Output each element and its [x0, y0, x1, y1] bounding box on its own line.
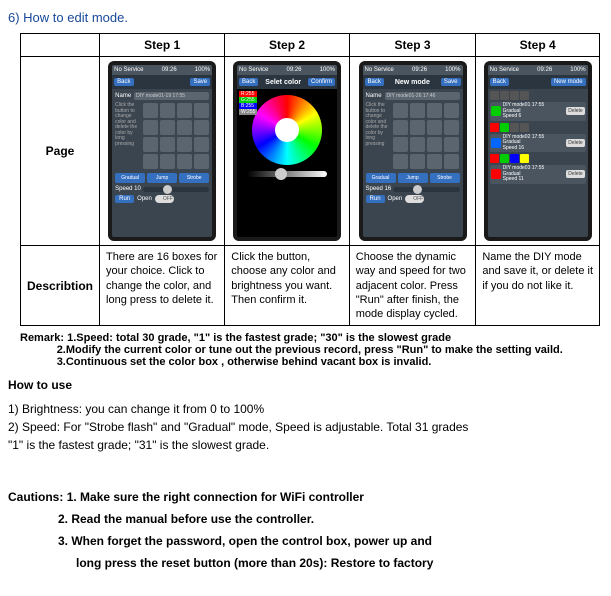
remark-line2: 2.Modify the current color or tune out t…: [57, 344, 563, 356]
strobe-button[interactable]: Strobe: [430, 173, 460, 183]
phone-step4: No Service 09:26 100% Back New mode DIY mod…: [484, 61, 592, 241]
th-blank: [21, 34, 100, 57]
color-grid[interactable]: [143, 103, 209, 169]
gradual-button[interactable]: Gradual: [115, 173, 145, 183]
status-batt: 100%: [320, 67, 335, 73]
caution-2: 2. Read the manual before use the contro…: [58, 512, 603, 526]
remark-line3: 3.Continuous set the color box , otherwi…: [57, 356, 432, 368]
remark-label: Remark:: [20, 332, 64, 344]
phone-step3: No Service 09:26 100% Back New mode Save Nam…: [359, 61, 467, 241]
status-left: No Service: [365, 67, 394, 73]
howto-title: How to use: [8, 378, 72, 392]
cell-step2-phone: No Service 09:26 100% Back Selet color Confi…: [225, 57, 349, 246]
cell-step3-phone: No Service 09:26 100% Back New mode Save Nam…: [349, 57, 476, 246]
name-input[interactable]: DIY mode01-26 17:46: [385, 92, 460, 100]
steps-table: Step 1 Step 2 Step 3 Step 4 Page No Serv…: [20, 33, 600, 326]
name-input[interactable]: DIY mode01-19 17:55: [134, 92, 209, 100]
status-time: 09:26: [412, 67, 427, 73]
mode-speed: Speed 11: [503, 177, 567, 183]
run-button[interactable]: Run: [366, 195, 385, 203]
color-grid[interactable]: [393, 103, 459, 169]
speed-slider[interactable]: [393, 187, 459, 192]
newmode-button[interactable]: New mode: [551, 78, 586, 86]
howto-line3: "1" is the fastest grade; "31" is the sl…: [8, 436, 603, 454]
row-desc-label: Describtion: [21, 246, 100, 326]
status-time: 09:26: [287, 67, 302, 73]
speed-label: Speed 10: [115, 186, 141, 192]
delete-button[interactable]: Delete: [566, 139, 584, 147]
howto-line2: 2) Speed: For "Strobe flash" and "Gradua…: [8, 418, 603, 436]
open-label: Open: [137, 196, 152, 202]
cell-step4-phone: No Service 09:26 100% Back New mode DIY mod…: [476, 57, 600, 246]
status-batt: 100%: [195, 67, 210, 73]
open-label: Open: [388, 196, 403, 202]
jump-button[interactable]: Jump: [147, 173, 177, 183]
color-wheel[interactable]: [252, 95, 322, 165]
delete-button[interactable]: Delete: [566, 170, 584, 178]
caution-3: 3. When forget the password, open the co…: [58, 534, 603, 548]
speed-label: Speed 16: [366, 186, 392, 192]
cell-step1-phone: No Service 09:26 100% Back Save NameDIY mod…: [100, 57, 225, 246]
row-page-label: Page: [21, 57, 100, 246]
th-step1: Step 1: [100, 34, 225, 57]
brightness-slider[interactable]: [247, 171, 327, 177]
back-button[interactable]: Back: [239, 78, 258, 86]
remark-block: Remark: 1.Speed: total 30 grade, "1" is …: [20, 332, 595, 368]
section-title: 6) How to edit mode.: [8, 10, 603, 25]
cautions-block: Cautions: 1. Make sure the right connect…: [8, 490, 603, 570]
caution-1: 1. Make sure the right connection for Wi…: [67, 490, 364, 504]
screen-title: New mode: [395, 79, 430, 86]
caution-3b: long press the reset button (more than 2…: [76, 556, 603, 570]
th-step3: Step 3: [349, 34, 476, 57]
back-button[interactable]: Back: [114, 78, 133, 86]
status-time: 09:26: [537, 67, 552, 73]
status-batt: 100%: [570, 67, 585, 73]
status-left: No Service: [490, 67, 519, 73]
gradual-button[interactable]: Gradual: [366, 173, 396, 183]
status-time: 09:26: [162, 67, 177, 73]
open-toggle[interactable]: OFF: [155, 195, 174, 203]
confirm-button[interactable]: Confirm: [308, 78, 335, 86]
open-toggle[interactable]: OFF: [405, 195, 424, 203]
save-button[interactable]: Save: [441, 78, 461, 86]
th-step4: Step 4: [476, 34, 600, 57]
hint-text: Click the button to change color and del…: [115, 103, 137, 147]
delete-button[interactable]: Delete: [566, 107, 584, 115]
jump-button[interactable]: Jump: [398, 173, 428, 183]
screen-title: Selet color: [265, 79, 301, 86]
name-label: Name: [115, 93, 131, 99]
status-left: No Service: [114, 67, 143, 73]
mode-list-item[interactable]: DIY mode03 17:55GradualSpeed 11Delete: [490, 165, 586, 184]
back-button[interactable]: Back: [490, 78, 509, 86]
desc-step3: Choose the dynamic way and speed for two…: [349, 246, 476, 326]
mode-list-item[interactable]: DIY mode01 17:55GradualSpeed 6Delete: [490, 102, 586, 121]
speed-slider[interactable]: [143, 187, 209, 192]
back-button[interactable]: Back: [365, 78, 384, 86]
mode-speed: Speed 16: [503, 146, 567, 152]
mode-speed: Speed 6: [503, 114, 567, 120]
phone-step1: No Service 09:26 100% Back Save NameDIY mod…: [108, 61, 216, 241]
remark-line1: 1.Speed: total 30 grade, "1" is the fast…: [67, 332, 451, 344]
name-label: Name: [366, 93, 382, 99]
howto-line1: 1) Brightness: you can change it from 0 …: [8, 400, 603, 418]
rgbw-labels: R:255G:255B:255W:255: [239, 91, 257, 115]
mode-list-item[interactable]: DIY mode02 17:55GradualSpeed 16Delete: [490, 134, 586, 153]
desc-step1: There are 16 boxes for your choice. Clic…: [100, 246, 225, 326]
desc-step4: Name the DIY mode and save it, or delete…: [476, 246, 600, 326]
strobe-button[interactable]: Strobe: [179, 173, 209, 183]
status-batt: 100%: [445, 67, 460, 73]
desc-step2: Click the button, choose any color and b…: [225, 246, 349, 326]
phone-step2: No Service 09:26 100% Back Selet color Confi…: [233, 61, 341, 241]
run-button[interactable]: Run: [115, 195, 134, 203]
th-step2: Step 2: [225, 34, 349, 57]
cautions-label: Cautions:: [8, 490, 63, 504]
status-left: No Service: [239, 67, 268, 73]
save-button[interactable]: Save: [190, 78, 210, 86]
hint-text: Click the button to change color and del…: [366, 103, 388, 147]
